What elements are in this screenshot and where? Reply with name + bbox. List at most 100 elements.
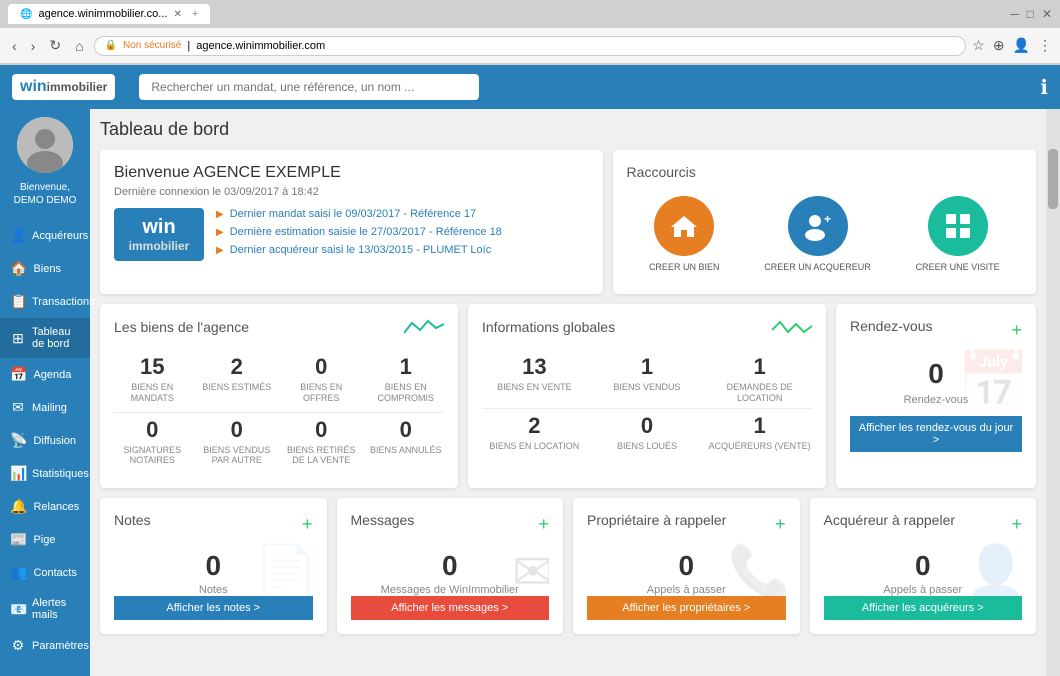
sidebar-item-acquereurs[interactable]: 👤 Acquéreurs — [0, 219, 90, 252]
sidebar-item-relances[interactable]: 🔔 Relances — [0, 490, 90, 523]
rdv-afficher-button[interactable]: Afficher les rendez-vous du jour > — [850, 416, 1022, 452]
sidebar: Bienvenue, DEMO DEMO 👤 Acquéreurs 🏠 Bien… — [0, 109, 90, 676]
extension-icon[interactable]: ⊕ — [993, 37, 1005, 54]
svg-text:+: + — [824, 212, 831, 226]
diffusion-icon: 📡 — [10, 432, 27, 449]
home-button[interactable]: ⌂ — [71, 36, 87, 56]
sidebar-label-acquereurs: Acquéreurs — [32, 230, 88, 242]
bookmark-star-icon[interactable]: ☆ — [972, 37, 985, 54]
scrollbar-thumb[interactable] — [1048, 149, 1058, 209]
sidebar-item-mailing[interactable]: ✉ Mailing — [0, 391, 90, 424]
sidebar-item-tableau[interactable]: ⊞ Tableau de bord — [0, 318, 90, 358]
address-bar[interactable]: 🔒 Non sécurisé | agence.winimmobilier.co… — [94, 36, 967, 56]
stat-retires-vente: 0 BIENS RETIRÉS DE LA VENTE — [283, 417, 360, 467]
welcome-link-0[interactable]: ▶ Dernier mandat saisi le 09/03/2017 - R… — [216, 208, 589, 220]
tableau-icon: ⊞ — [10, 330, 26, 347]
last-login: Dernière connexion le 03/09/2017 à 18:42 — [114, 186, 589, 198]
sidebar-item-alertes[interactable]: 📧 Alertes mails — [0, 589, 90, 629]
shortcut-icon-bien — [654, 196, 714, 256]
sidebar-item-statistiques[interactable]: 📊 Statistiques — [0, 457, 90, 490]
infos-divider — [482, 408, 812, 409]
proprietaire-title: Propriétaire à rappeler — [587, 512, 726, 528]
arrow-icon-2: ▶ — [216, 245, 224, 256]
transactions-icon: 📋 — [10, 293, 26, 310]
rdv-plus-btn[interactable]: + — [1011, 320, 1022, 341]
notes-plus-btn[interactable]: + — [302, 514, 313, 535]
logo-area[interactable]: win immobilier — [12, 74, 115, 100]
tab-title: agence.winimmobilier.co... — [38, 8, 167, 20]
tab-close-icon[interactable]: ✕ — [173, 9, 181, 20]
biens-stats-row2: 0 SIGNATURES NOTAIRES 0 BIENS VENDUS PAR… — [114, 417, 444, 467]
wave-chart-icon — [404, 318, 444, 344]
close-icon[interactable]: ✕ — [1042, 7, 1052, 21]
welcome-link-text-0: Dernier mandat saisi le 09/03/2017 - Réf… — [230, 208, 476, 220]
search-area[interactable] — [139, 74, 479, 100]
stat-vendus-autre: 0 BIENS VENDUS PAR AUTRE — [199, 417, 276, 467]
rendez-vous-card: Rendez-vous + 0 Rendez-vous 📅 Afficher l… — [836, 304, 1036, 488]
new-tab-icon[interactable]: + — [192, 8, 198, 20]
logo-immo: immobilier — [47, 80, 108, 94]
main-content: Tableau de bord Bienvenue AGENCE EXEMPLE… — [90, 109, 1046, 676]
statistiques-icon: 📊 — [10, 465, 26, 482]
acquereur-afficher-button[interactable]: Afficher les acquéreurs > — [824, 596, 1023, 620]
tab-favicon: 🌐 — [20, 9, 32, 20]
pige-icon: 📰 — [10, 531, 27, 548]
profile-icon[interactable]: 👤 — [1013, 37, 1030, 54]
messages-plus-btn[interactable]: + — [538, 514, 549, 535]
row-bottom: Notes + 0 Notes 📄 Afficher les notes > M… — [100, 498, 1036, 634]
search-input[interactable] — [139, 74, 479, 100]
acquereur-card: Acquéreur à rappeler + 0 Appels à passer… — [810, 498, 1037, 634]
stats-divider — [114, 412, 444, 413]
rdv-bg-icon: 📅 — [957, 348, 1022, 408]
messages-body: 0 Messages de WinImmobilier ✉ — [351, 542, 550, 596]
acquereur-plus-btn[interactable]: + — [1011, 514, 1022, 535]
menu-icon[interactable]: ⋮ — [1038, 37, 1052, 54]
proprietaire-afficher-button[interactable]: Afficher les propriétaires > — [587, 596, 786, 620]
security-label: Non sécurisé — [123, 40, 181, 51]
proprietaire-plus-btn[interactable]: + — [775, 514, 786, 535]
stat-annules: 0 BIENS ANNULÉS — [368, 417, 445, 467]
scrollbar[interactable] — [1046, 109, 1060, 676]
welcome-card: Bienvenue AGENCE EXEMPLE Dernière connex… — [100, 150, 603, 294]
sidebar-item-transactions[interactable]: 📋 Transactions — [0, 285, 90, 318]
sidebar-item-diffusion[interactable]: 📡 Diffusion — [0, 424, 90, 457]
browser-tab[interactable]: 🌐 agence.winimmobilier.co... ✕ + — [8, 4, 210, 24]
acquereur-title: Acquéreur à rappeler — [824, 512, 956, 528]
shortcut-creer-visite[interactable]: CREER UNE VISITE — [916, 196, 1000, 272]
welcome-link-1[interactable]: ▶ Dernière estimation saisie le 27/03/20… — [216, 226, 589, 238]
reload-button[interactable]: ↻ — [45, 35, 65, 56]
shortcut-icon-acquereur: + — [788, 196, 848, 256]
shortcut-creer-acquereur[interactable]: + CREER UN ACQUEREUR — [764, 196, 871, 272]
stat-biens-estimes: 2 BIENS ESTIMÉS — [199, 354, 276, 404]
welcome-link-2[interactable]: ▶ Dernier acquéreur saisi le 13/03/2015 … — [216, 244, 589, 256]
sidebar-item-parametres[interactable]: ⚙ Paramètres — [0, 629, 90, 662]
shortcut-label-acquereur: CREER UN ACQUEREUR — [764, 262, 871, 272]
logo-win-big: win — [122, 216, 196, 239]
stat-demandes-location: 1 DEMANDES DE LOCATION — [707, 354, 812, 404]
alertes-icon: 📧 — [10, 601, 26, 618]
sidebar-item-agenda[interactable]: 📅 Agenda — [0, 358, 90, 391]
messages-afficher-button[interactable]: Afficher les messages > — [351, 596, 550, 620]
sidebar-label-mailing: Mailing — [32, 402, 67, 414]
info-icon[interactable]: ℹ — [1040, 75, 1048, 100]
sidebar-item-contacts[interactable]: 👥 Contacts — [0, 556, 90, 589]
forward-button[interactable]: › — [27, 36, 40, 56]
shortcut-creer-bien[interactable]: CREER UN BIEN — [649, 196, 720, 272]
welcome-title: Bienvenue AGENCE EXEMPLE — [114, 164, 589, 182]
sidebar-label-diffusion: Diffusion — [33, 435, 76, 447]
shortcut-label-bien: CREER UN BIEN — [649, 262, 720, 272]
restore-icon[interactable]: □ — [1027, 7, 1034, 21]
sidebar-item-pige[interactable]: 📰 Pige — [0, 523, 90, 556]
arrow-icon-1: ▶ — [216, 227, 224, 238]
shortcut-icon-visite — [928, 196, 988, 256]
rdv-header: Rendez-vous + — [850, 318, 1022, 342]
agenda-icon: 📅 — [10, 366, 27, 383]
messages-title: Messages — [351, 512, 415, 528]
notes-afficher-button[interactable]: Afficher les notes > — [114, 596, 313, 620]
back-button[interactable]: ‹ — [8, 36, 21, 56]
sidebar-item-biens[interactable]: 🏠 Biens — [0, 252, 90, 285]
sidebar-label-agenda: Agenda — [33, 369, 71, 381]
biens-agence-title: Les biens de l'agence — [114, 319, 249, 335]
minimize-icon[interactable]: ─ — [1010, 7, 1019, 21]
logo-win: win — [20, 78, 47, 96]
